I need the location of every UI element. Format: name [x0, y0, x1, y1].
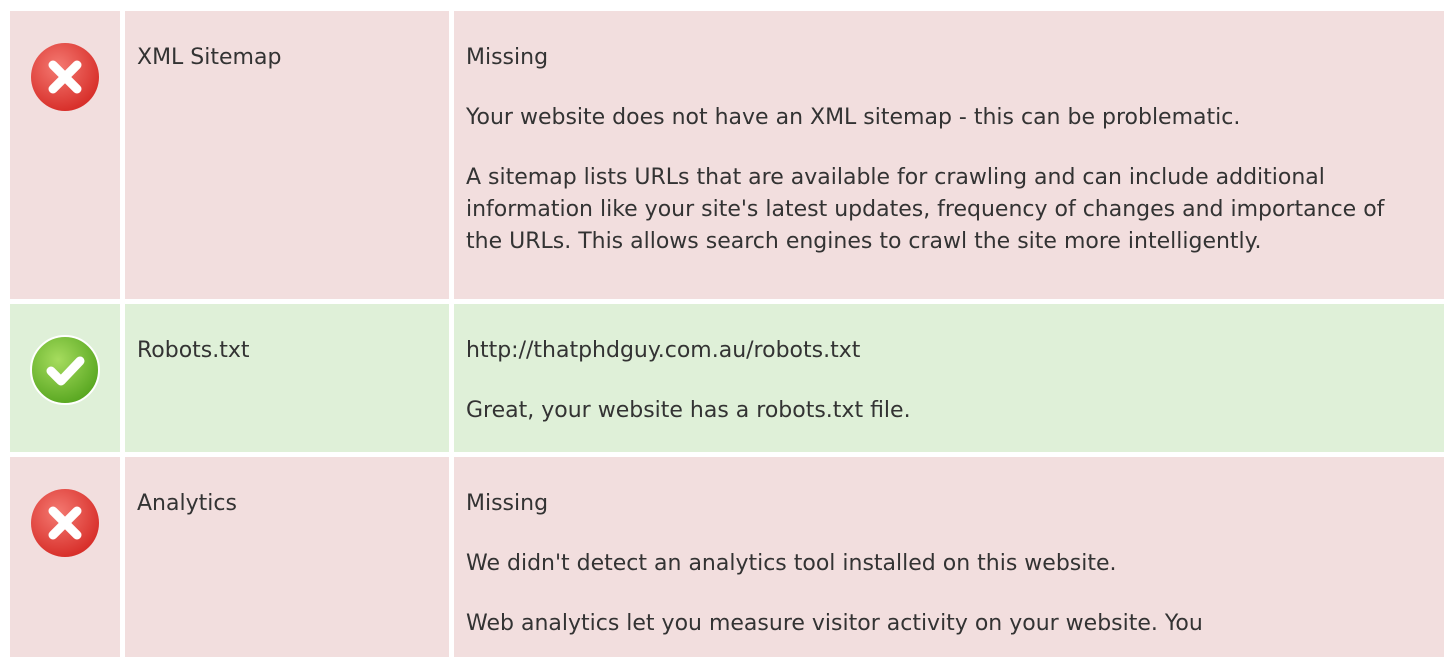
check-name: XML Sitemap: [137, 45, 282, 70]
check-name-cell: Robots.txt: [125, 304, 449, 452]
check-value-cell: Missing We didn't detect an analytics to…: [454, 457, 1444, 657]
check-description: A sitemap lists URLs that are available …: [466, 165, 1385, 254]
check-description: Your website does not have an XML sitema…: [466, 105, 1241, 130]
check-name: Robots.txt: [137, 338, 250, 363]
check-row-analytics: Analytics Missing We didn't detect an an…: [10, 457, 1444, 657]
check-description: Great, your website has a robots.txt fil…: [466, 398, 911, 423]
error-x-icon: [31, 43, 99, 111]
success-check-icon: [30, 335, 100, 405]
check-value: Missing: [466, 45, 549, 70]
check-description: Web analytics let you measure visitor ac…: [466, 611, 1203, 636]
check-value: http://thatphdguy.com.au/robots.txt: [466, 338, 861, 363]
check-value-cell: http://thatphdguy.com.au/robots.txt Grea…: [454, 304, 1444, 452]
status-cell: [10, 457, 120, 657]
check-value-cell: Missing Your website does not have an XM…: [454, 11, 1444, 299]
check-name-cell: Analytics: [125, 457, 449, 657]
status-cell: [10, 11, 120, 299]
check-row-xml-sitemap: XML Sitemap Missing Your website does no…: [10, 11, 1444, 299]
error-x-icon: [31, 489, 99, 557]
check-description: We didn't detect an analytics tool insta…: [466, 551, 1117, 576]
check-row-robots-txt: Robots.txt http://thatphdguy.com.au/robo…: [10, 304, 1444, 452]
check-value: Missing: [466, 491, 549, 516]
status-cell: [10, 304, 120, 452]
check-name-cell: XML Sitemap: [125, 11, 449, 299]
seo-checks-table: XML Sitemap Missing Your website does no…: [10, 11, 1444, 662]
check-name: Analytics: [137, 491, 237, 516]
